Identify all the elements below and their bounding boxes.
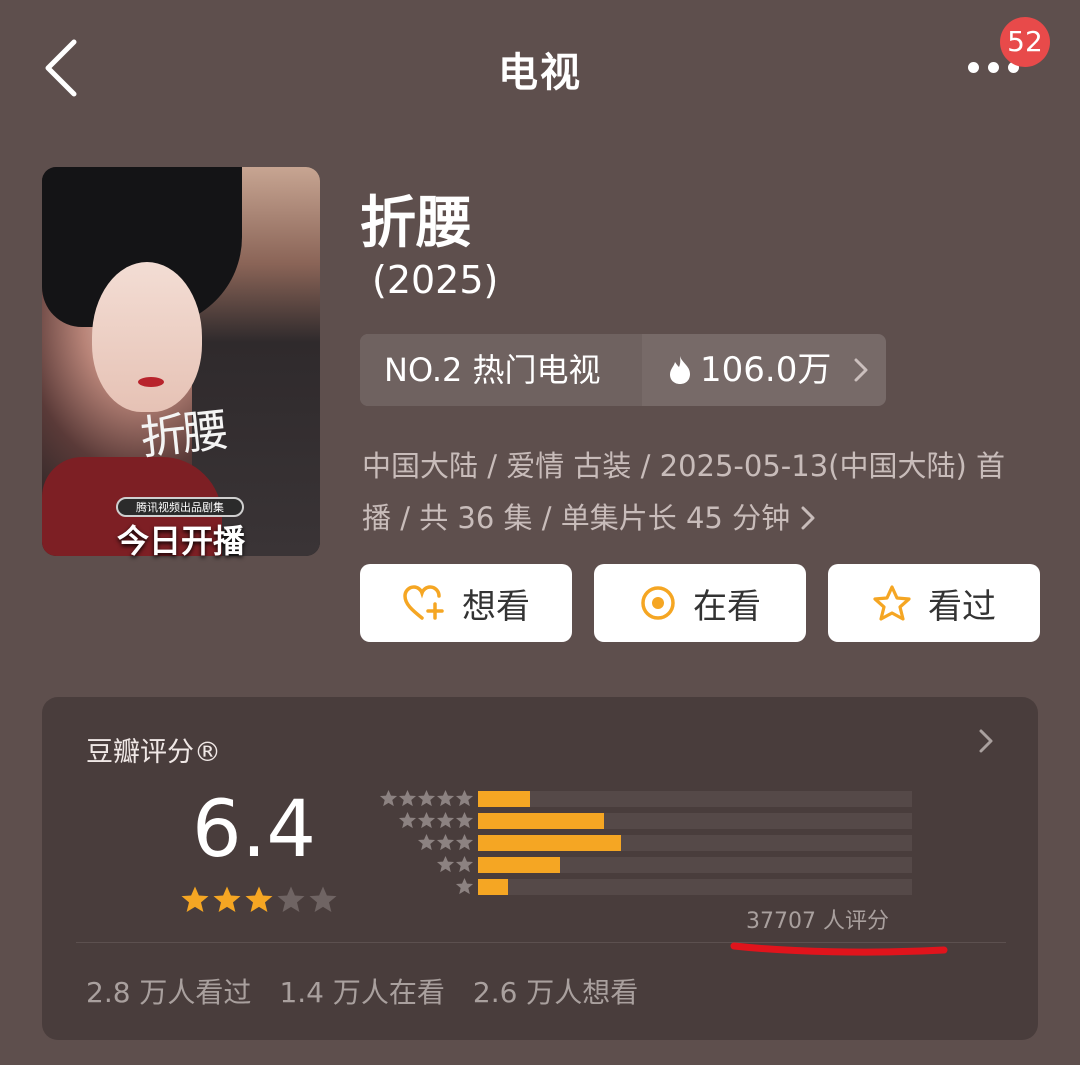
- watching-count[interactable]: 1.4 万人在看: [279, 971, 444, 1011]
- star-small-icon: [436, 833, 455, 851]
- watching-label: 在看: [693, 586, 761, 627]
- page-title: 电视: [498, 50, 582, 96]
- show-year: (2025): [372, 258, 499, 302]
- distribution-track: [478, 857, 912, 873]
- meta-line-2: 播 / 共 36 集 / 单集片长 45 分钟: [362, 501, 791, 535]
- star-small-icon: [398, 789, 417, 807]
- ranking-pill: NO.2 热门电视 106.0万: [360, 334, 886, 406]
- rating-stars: [180, 885, 338, 915]
- star-small-icon: [436, 855, 455, 873]
- show-title: 折腰: [360, 191, 472, 256]
- star-small-icon: [417, 811, 436, 829]
- distribution-track: [478, 791, 912, 807]
- watched-button[interactable]: 看过: [828, 564, 1040, 642]
- distribution-track: [478, 879, 912, 895]
- chevron-right-icon: [979, 729, 993, 753]
- distribution-bar: [478, 791, 530, 807]
- star-empty-icon: [277, 886, 305, 912]
- chevron-right-icon: [801, 506, 815, 530]
- distribution-track: [478, 835, 912, 851]
- more-dot-icon: [988, 62, 999, 73]
- meta-line-2-link[interactable]: 播 / 共 36 集 / 单集片长 45 分钟: [362, 492, 816, 544]
- want-to-watch-label: 想看: [462, 586, 530, 627]
- want-to-watch-button[interactable]: 想看: [360, 564, 572, 642]
- show-meta: 中国大陆 / 爱情 古装 / 2025-05-13(中国大陆) 首 播 / 共 …: [362, 440, 1042, 544]
- heart-plus-icon: [403, 585, 444, 620]
- star-small-icon: [398, 811, 417, 829]
- poster-caption: 今日开播: [116, 522, 245, 560]
- distribution-bar: [478, 857, 560, 873]
- star-small-icon: [436, 789, 455, 807]
- distribution-bar: [478, 879, 508, 895]
- action-buttons: 想看 在看 看过: [360, 564, 1040, 642]
- distribution-row: [354, 811, 914, 833]
- notification-badge[interactable]: 52: [1000, 17, 1050, 67]
- heat-link[interactable]: 106.0万: [642, 334, 886, 406]
- star-small-icon: [455, 811, 474, 829]
- target-icon: [641, 586, 675, 620]
- distribution-stars: [398, 811, 474, 833]
- more-dot-icon: [968, 62, 979, 73]
- rating-count: 37707 人评分: [746, 909, 889, 934]
- chevron-right-icon: [854, 358, 868, 382]
- star-small-icon: [417, 789, 436, 807]
- distribution-row: [354, 833, 914, 855]
- star-filled-icon: [213, 886, 241, 912]
- star-small-icon: [455, 789, 474, 807]
- flame-icon: [670, 356, 690, 384]
- star-small-icon: [455, 855, 474, 873]
- distribution-bar: [478, 813, 604, 829]
- rank-label[interactable]: NO.2 热门电视: [360, 334, 642, 406]
- star-empty-icon: [309, 886, 337, 912]
- meta-line-1: 中国大陆 / 爱情 古装 / 2025-05-13(中国大陆) 首: [362, 449, 1006, 483]
- distribution-stars: [455, 877, 474, 899]
- star-small-icon: [417, 833, 436, 851]
- rating-detail-link[interactable]: [978, 727, 994, 759]
- star-filled-icon: [181, 886, 209, 912]
- distribution-bar: [478, 835, 621, 851]
- poster-lips: [138, 377, 164, 387]
- star-filled-icon: [245, 886, 273, 912]
- watched-label: 看过: [928, 586, 996, 627]
- annotation-underline: [730, 942, 948, 956]
- distribution-row: [354, 877, 914, 899]
- distribution-stars: [417, 833, 474, 855]
- distribution-row: [354, 855, 914, 877]
- star-small-icon: [436, 811, 455, 829]
- distribution-stars: [436, 855, 474, 877]
- distribution-row: [354, 789, 914, 811]
- star-small-icon: [379, 789, 398, 807]
- rating-title: 豆瓣评分®: [86, 737, 221, 768]
- top-bar: 电视 52: [0, 0, 1080, 140]
- rating-score: 6.4: [192, 785, 317, 875]
- distribution-track: [478, 813, 912, 829]
- poster-calligraphy-title: 折腰: [137, 402, 227, 466]
- rating-distribution: [354, 789, 914, 899]
- watching-button[interactable]: 在看: [594, 564, 806, 642]
- rating-card[interactable]: 豆瓣评分® 6.4 37707 人评分 2.8 万人看过 1.4 万人在看 2.…: [42, 697, 1038, 1040]
- poster-female-face: [92, 262, 202, 412]
- want-count[interactable]: 2.6 万人想看: [473, 971, 638, 1011]
- watch-stats: 2.8 万人看过 1.4 万人在看 2.6 万人想看: [86, 971, 638, 1011]
- star-small-icon: [455, 833, 474, 851]
- poster-tag: 腾讯视频出品剧集: [116, 497, 244, 517]
- heat-value: 106.0万: [700, 350, 832, 390]
- distribution-stars: [379, 789, 474, 811]
- star-outline-icon: [873, 585, 911, 621]
- star-small-icon: [455, 877, 474, 895]
- watched-count[interactable]: 2.8 万人看过: [86, 971, 251, 1011]
